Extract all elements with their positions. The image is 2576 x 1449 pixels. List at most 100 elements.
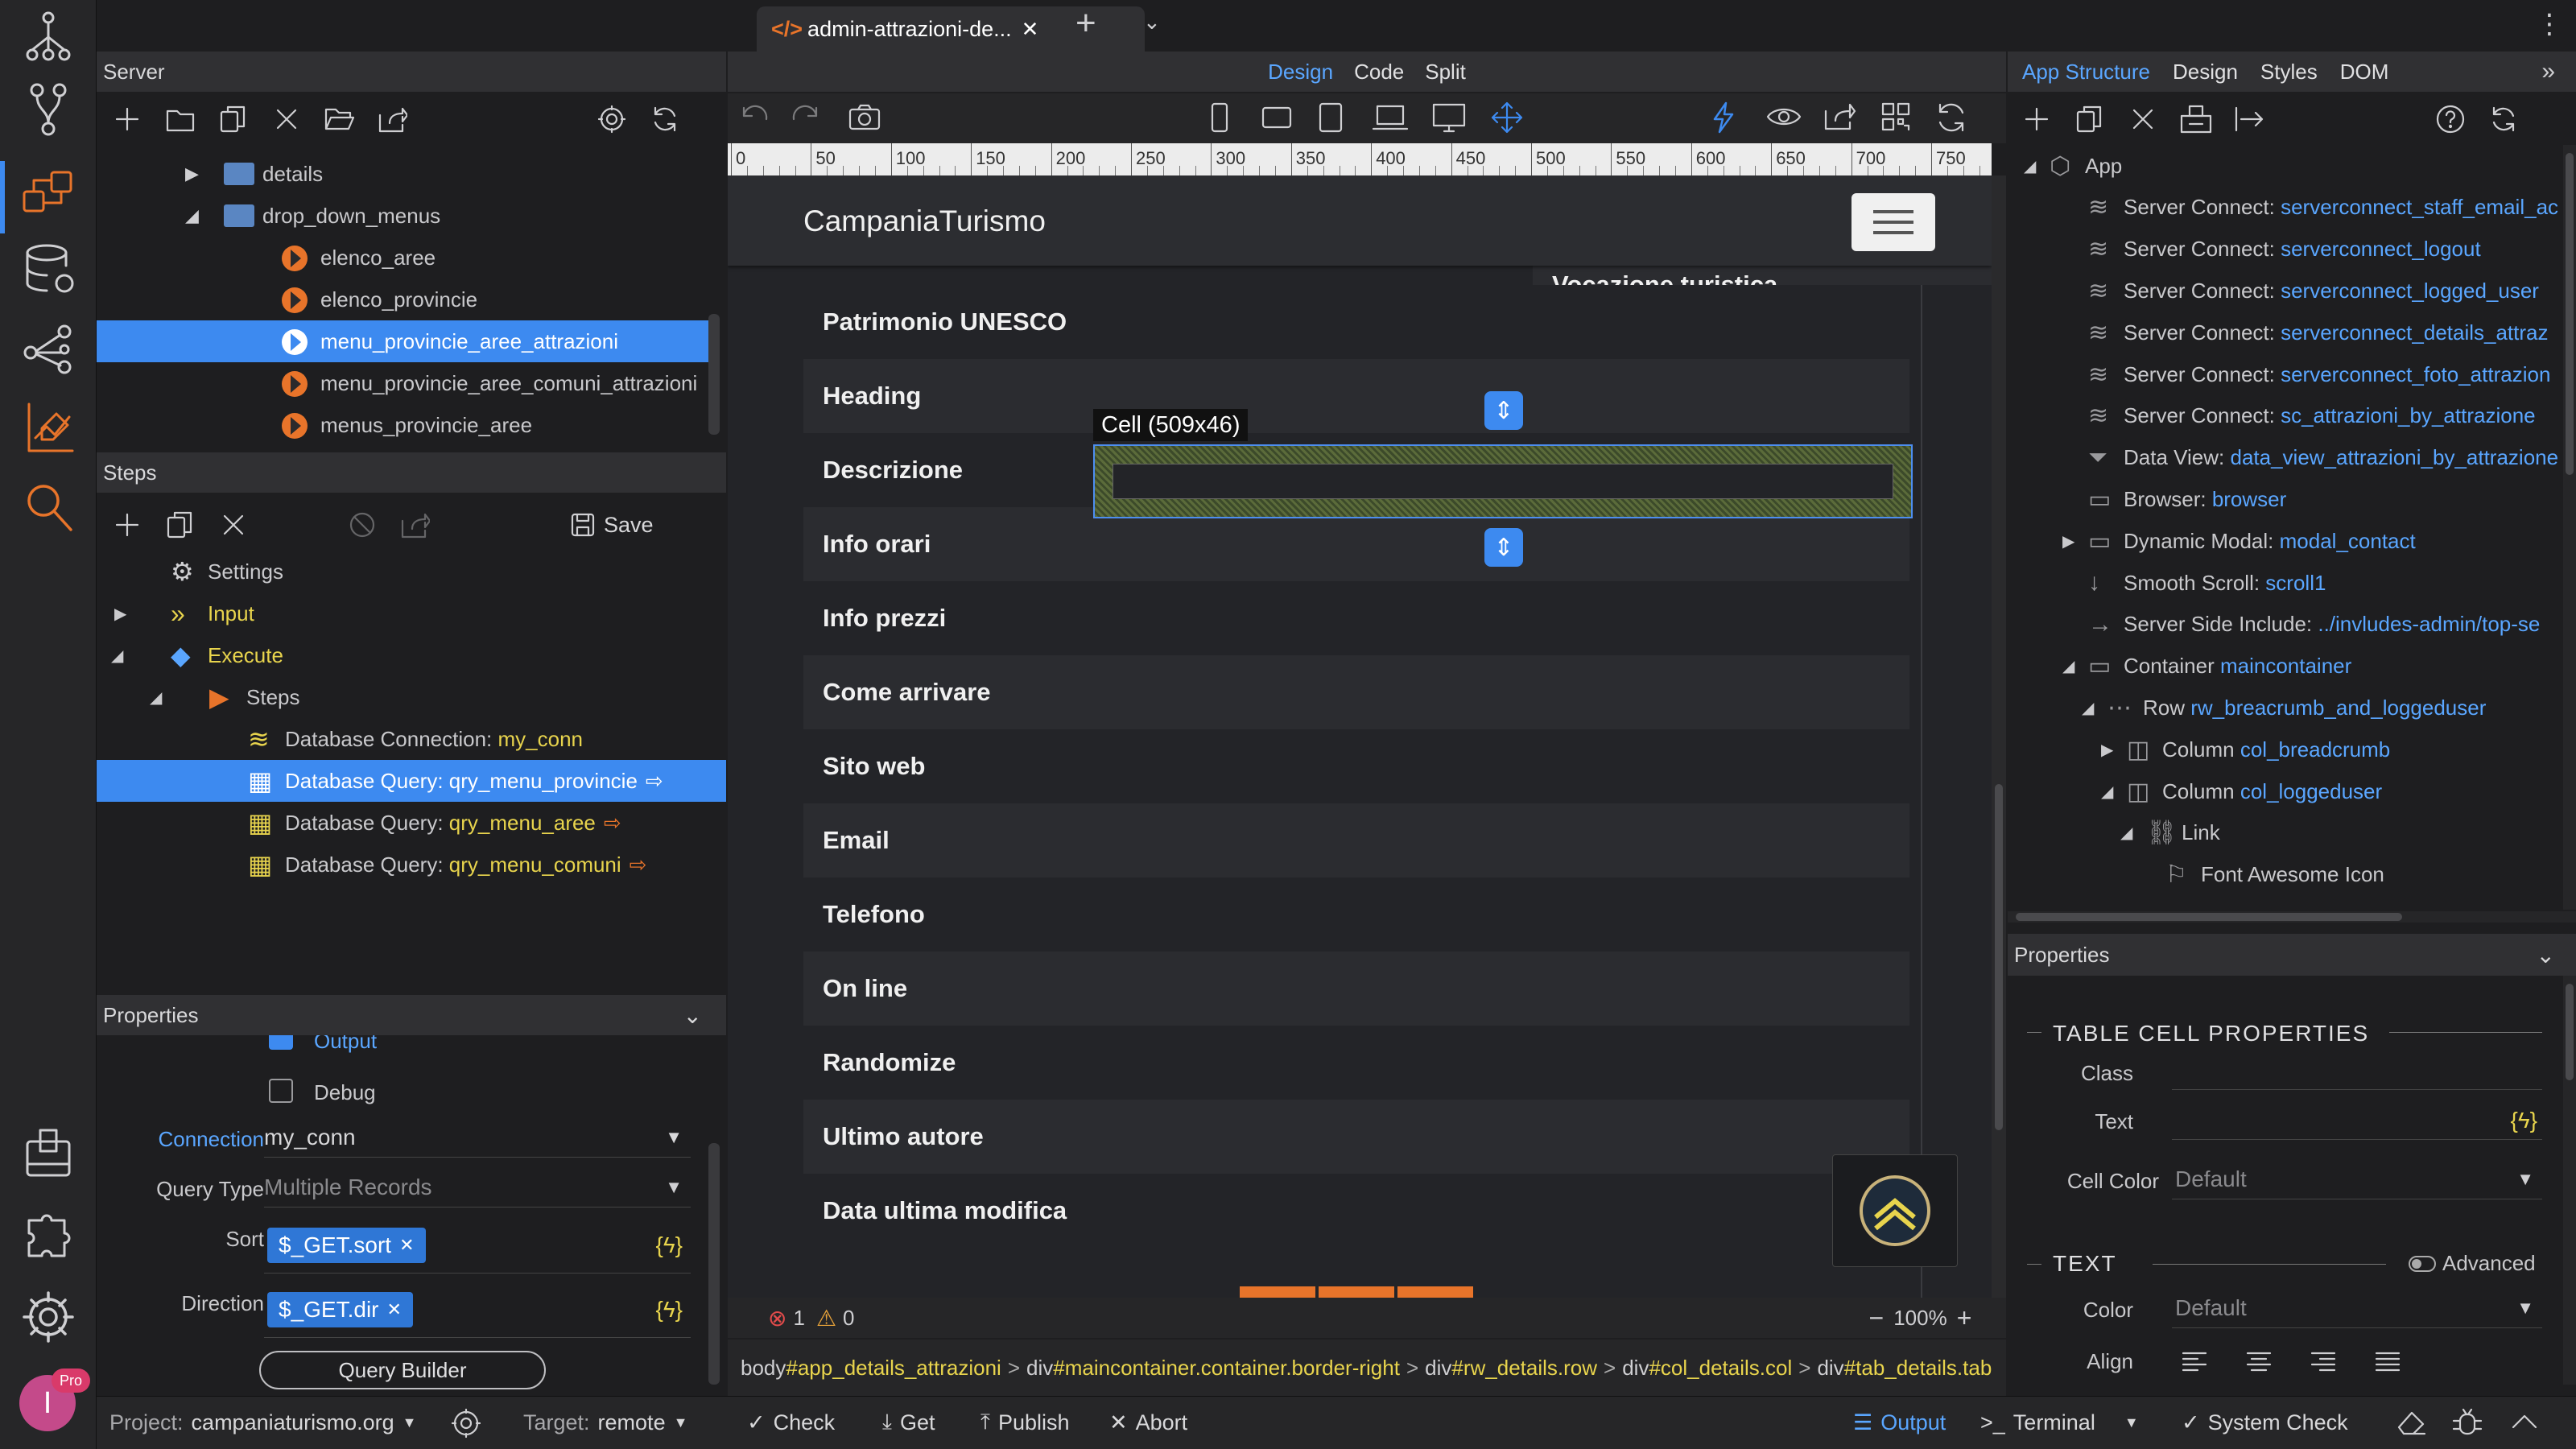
project-selector[interactable]: Project: campaniaturismo.org ▼	[109, 1398, 417, 1447]
server-tree-item[interactable]: menus_provincie_aree	[97, 404, 710, 443]
tab-design[interactable]: Design	[2173, 60, 2238, 85]
help-icon[interactable]	[2433, 101, 2468, 137]
color-select[interactable]: Default ▼	[2172, 1288, 2542, 1328]
bug-icon[interactable]	[2452, 1406, 2483, 1439]
structure-hscroll-thumb[interactable]	[2016, 913, 2402, 921]
undo-icon[interactable]	[739, 103, 771, 132]
view-mode-code[interactable]: Code	[1354, 60, 1404, 85]
structure-item[interactable]: ▭ Browser: browser	[2008, 478, 2563, 520]
table-row[interactable]: Info prezzi	[803, 581, 1909, 655]
target-selector[interactable]: Target: remote ▼	[523, 1398, 687, 1447]
workflow-icon[interactable]	[21, 320, 77, 377]
publish-button[interactable]: ⤒ Publish	[980, 1398, 1070, 1447]
dynamic-data-icon[interactable]: {ϟ}	[655, 1232, 683, 1258]
step-item[interactable]: ◢ ▶ Steps	[97, 676, 726, 718]
sort-chip[interactable]: $_GET.sort ✕	[267, 1227, 426, 1263]
chip-remove-icon[interactable]: ✕	[399, 1235, 414, 1256]
query-builder-button[interactable]: Query Builder	[259, 1351, 546, 1389]
add-icon[interactable]	[109, 101, 145, 137]
move-handle-icon[interactable]: ⇕	[1484, 528, 1523, 567]
structure-item[interactable]: ▶ ▭ Dynamic Modal: modal_contact	[2008, 520, 2563, 562]
orange-button[interactable]	[1397, 1286, 1473, 1298]
selected-cell[interactable]	[1093, 444, 1913, 518]
structure-item[interactable]: ≋ Server Connect: sc_attrazioni_by_attraz…	[2008, 395, 2563, 437]
expand-open-icon[interactable]: ◢	[2082, 698, 2094, 718]
right-properties-header[interactable]: Properties ⌄	[2008, 934, 2576, 976]
align-justify-icon[interactable]	[2375, 1351, 2401, 1372]
new-tab-icon[interactable]: +	[1075, 3, 1096, 43]
table-row[interactable]: Sito web	[803, 729, 1909, 803]
move-handle-icon[interactable]: ⇕	[1484, 391, 1523, 430]
reload-preview-icon[interactable]	[1935, 101, 1967, 134]
expand-panel-icon[interactable]: »	[2541, 58, 2555, 85]
step-item[interactable]: ◢ ◆ Execute	[97, 634, 726, 676]
collapse-chevron-icon[interactable]: ⌄	[683, 1002, 702, 1029]
structure-item[interactable]: ◢ ◫ Column col_loggeduser	[2008, 770, 2563, 812]
expand-open-icon[interactable]: ◢	[2024, 156, 2036, 176]
add-step-icon[interactable]	[109, 507, 145, 543]
qr-code-icon[interactable]	[1880, 101, 1911, 132]
step-item[interactable]: ▦ Database Query: qry_menu_comuni ⇨	[97, 844, 726, 886]
sort-input[interactable]: $_GET.sort ✕ {ϟ}	[264, 1217, 691, 1274]
disable-icon[interactable]	[345, 507, 380, 543]
collapse-chevron-icon[interactable]: ⌄	[2537, 942, 2555, 968]
step-item[interactable]: ≋ Database Connection: my_conn	[97, 718, 726, 760]
close-tab-icon[interactable]: ✕	[1022, 17, 1039, 42]
cell-color-select[interactable]: Default ▼	[2172, 1159, 2542, 1199]
table-row[interactable]: Telefono	[803, 877, 1909, 952]
dropdown-arrow-icon[interactable]: ▼	[2124, 1414, 2139, 1431]
right-properties-scrollbar[interactable]	[2563, 976, 2576, 1385]
tab-app-structure[interactable]: App Structure	[2022, 60, 2150, 85]
share-icon[interactable]	[1824, 101, 1856, 130]
expand-closed-icon[interactable]: ▶	[185, 163, 199, 184]
step-item[interactable]: ▦ Database Query: qry_menu_aree ⇨	[97, 802, 726, 844]
right-props-scroll-thumb[interactable]	[2566, 984, 2574, 1080]
expand-open-icon[interactable]: ◢	[2101, 782, 2113, 802]
tab-list-chevron-icon[interactable]: ⌄	[1143, 10, 1161, 35]
project-settings-icon[interactable]	[451, 1408, 481, 1439]
left-properties-scrollbar[interactable]	[708, 1143, 720, 1385]
settings-gear-icon[interactable]	[21, 1290, 76, 1344]
delete-step-icon[interactable]	[216, 507, 251, 543]
check-button[interactable]: ✓ Check	[747, 1398, 835, 1447]
preview-eye-icon[interactable]	[1766, 105, 1802, 129]
step-item[interactable]: ⚙ Settings	[97, 551, 726, 592]
align-left-icon[interactable]	[2182, 1351, 2207, 1372]
table-row[interactable]: Come arrivare	[803, 655, 1909, 729]
server-tree-item[interactable]: ▶ details	[97, 153, 710, 195]
unwrap-icon[interactable]	[2231, 101, 2267, 137]
export-icon[interactable]	[375, 101, 411, 137]
orange-button[interactable]	[1319, 1286, 1394, 1298]
desktop-view-icon[interactable]	[1431, 101, 1467, 134]
view-mode-design[interactable]: Design	[1268, 60, 1333, 85]
add-component-icon[interactable]	[2019, 101, 2054, 137]
align-right-icon[interactable]	[2310, 1351, 2336, 1372]
laptop-view-icon[interactable]	[1372, 103, 1409, 132]
abort-button[interactable]: ✕ Abort	[1109, 1398, 1187, 1447]
structure-item[interactable]: ◢ ⋯ Row rw_breacrumb_and_loggeduser	[2008, 687, 2563, 729]
structure-item[interactable]: ⚐ Font Awesome Icon	[2008, 854, 2563, 896]
tab-dom[interactable]: DOM	[2340, 60, 2389, 85]
expand-open-icon[interactable]: ◢	[185, 205, 199, 226]
server-tree-item[interactable]: elenco_aree	[97, 237, 710, 279]
server-tree-item[interactable]: ◢ drop_down_menus	[97, 195, 710, 237]
lightning-icon[interactable]	[1711, 101, 1736, 134]
connection-select[interactable]: my_conn ▼	[264, 1117, 691, 1158]
breadcrumb-item[interactable]: div#col_details.col	[1622, 1356, 1792, 1380]
table-row[interactable]: Data ultima modifica	[803, 1174, 1909, 1248]
structure-item[interactable]: → Server Side Include: ../invludes-admin/…	[2008, 604, 2563, 646]
structure-scrollbar[interactable]	[2563, 145, 2576, 910]
text-input[interactable]: {ϟ}	[2172, 1101, 2542, 1140]
duplicate-icon[interactable]	[216, 101, 251, 137]
table-row[interactable]: Ultimo autore	[803, 1100, 1909, 1174]
dynamic-data-icon[interactable]: {ϟ}	[655, 1297, 683, 1323]
tablet-view-icon[interactable]	[1317, 101, 1344, 134]
design-canvas[interactable]: CampaniaTurismo Vocazione turistica Patri…	[728, 175, 1992, 1298]
left-properties-header[interactable]: Properties ⌄	[97, 995, 726, 1035]
expand-closed-icon[interactable]: ▶	[2062, 531, 2074, 551]
expand-open-icon[interactable]: ◢	[150, 687, 162, 708]
structure-item[interactable]: ⏷ Data View: data_view_attrazioni_by_attr…	[2008, 437, 2563, 479]
structure-item[interactable]: ≋ Server Connect: serverconnect_logged_us…	[2008, 270, 2563, 312]
structure-item[interactable]: ≋ Server Connect: serverconnect_foto_attr…	[2008, 353, 2563, 395]
settings-icon[interactable]	[594, 101, 630, 137]
